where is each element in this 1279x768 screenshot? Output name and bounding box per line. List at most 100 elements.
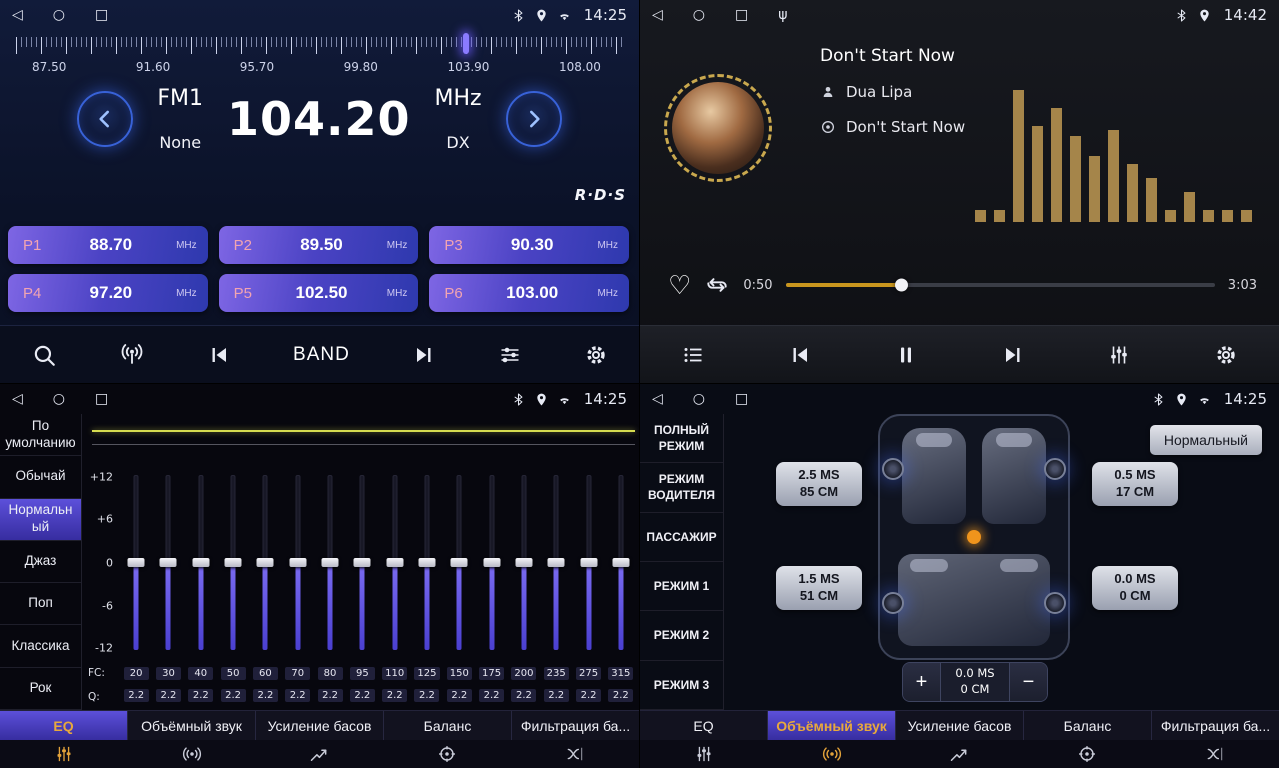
equalizer-tab-button[interactable] [0, 740, 128, 768]
slider-handle[interactable] [386, 558, 403, 567]
eq-band-slider[interactable] [120, 475, 152, 650]
delay-increase-button[interactable]: + [903, 663, 941, 701]
previous-button[interactable] [207, 343, 231, 367]
rear-left-delay-button[interactable]: 1.5 MS 51 CM [776, 566, 862, 610]
band-button[interactable]: BAND [293, 344, 350, 366]
preset-button[interactable]: P6 103.00 MHz [429, 274, 629, 312]
audio-tab[interactable]: Объёмный звук [767, 711, 895, 740]
slider-handle[interactable] [160, 558, 177, 567]
audio-tab[interactable]: Фильтрация ба... [1151, 711, 1279, 740]
front-right-delay-button[interactable]: 0.5 MS 17 CM [1092, 462, 1178, 506]
filter-tab-button[interactable] [511, 740, 639, 768]
nav-back-icon[interactable]: ◁ [12, 392, 23, 406]
eq-band-slider[interactable] [605, 475, 637, 650]
audio-tab[interactable]: Баланс [1023, 711, 1151, 740]
surround-preset-button[interactable]: Нормальный [1150, 425, 1262, 455]
audio-tab[interactable]: EQ [0, 711, 127, 740]
slider-handle[interactable] [192, 558, 209, 567]
frequency-indicator[interactable] [463, 33, 469, 54]
eq-preset-item[interactable]: Нормальный [0, 499, 81, 541]
settings-button[interactable] [584, 343, 608, 367]
surround-tab-button[interactable] [768, 740, 896, 768]
favorite-button[interactable]: ♡ [668, 272, 691, 298]
pause-button[interactable] [894, 343, 918, 367]
eq-scroll-indicator[interactable] [92, 430, 635, 432]
eq-band-slider[interactable] [217, 475, 249, 650]
listening-mode-item[interactable]: РЕЖИМ 2 [640, 611, 723, 660]
eq-preset-item[interactable]: Джаз [0, 541, 81, 583]
repeat-button[interactable] [704, 272, 730, 298]
audio-tab[interactable]: Баланс [383, 711, 511, 740]
frequency-ruler[interactable]: 87.5091.6095.7099.80103.90108.00 [0, 32, 639, 80]
listening-mode-item[interactable]: ПАССАЖИР [640, 513, 723, 562]
slider-handle[interactable] [257, 558, 274, 567]
eq-preset-item[interactable]: Классика [0, 625, 81, 667]
previous-button[interactable] [788, 343, 812, 367]
eq-band-slider[interactable] [411, 475, 443, 650]
balance-tab-button[interactable] [1023, 740, 1151, 768]
listening-mode-item[interactable]: РЕЖИМ 1 [640, 562, 723, 611]
preset-button[interactable]: P2 89.50 MHz [219, 226, 419, 264]
eq-preset-item[interactable]: Рок [0, 668, 81, 710]
slider-handle[interactable] [322, 558, 339, 567]
delay-decrease-button[interactable]: − [1009, 663, 1047, 701]
nav-recents-icon[interactable]: □ [735, 8, 748, 22]
surround-tab-button[interactable] [128, 740, 256, 768]
filter-tab-button[interactable] [1151, 740, 1279, 768]
progress-knob[interactable] [895, 279, 908, 292]
nav-home-icon[interactable]: ○ [693, 392, 705, 406]
nav-back-icon[interactable]: ◁ [652, 392, 663, 406]
equalizer-button[interactable] [1107, 343, 1131, 367]
front-left-delay-button[interactable]: 2.5 MS 85 CM [776, 462, 862, 506]
bass-boost-tab-button[interactable] [256, 740, 384, 768]
eq-band-slider[interactable] [346, 475, 378, 650]
tune-down-button[interactable] [77, 91, 133, 147]
eq-band-slider[interactable] [152, 475, 184, 650]
eq-band-slider[interactable] [249, 475, 281, 650]
nav-back-icon[interactable]: ◁ [12, 8, 23, 22]
next-button[interactable] [412, 343, 436, 367]
slider-handle[interactable] [580, 558, 597, 567]
audio-tab[interactable]: Усиление басов [255, 711, 383, 740]
nav-back-icon[interactable]: ◁ [652, 8, 663, 22]
slider-handle[interactable] [515, 558, 532, 567]
next-button[interactable] [1001, 343, 1025, 367]
eq-band-slider[interactable] [443, 475, 475, 650]
search-button[interactable] [31, 342, 57, 368]
eq-band-slider[interactable] [314, 475, 346, 650]
slider-handle[interactable] [225, 558, 242, 567]
listening-mode-item[interactable]: РЕЖИМ ВОДИТЕЛЯ [640, 463, 723, 512]
slider-handle[interactable] [418, 558, 435, 567]
preset-button[interactable]: P5 102.50 MHz [219, 274, 419, 312]
slider-handle[interactable] [289, 558, 306, 567]
nav-home-icon[interactable]: ○ [53, 392, 65, 406]
progress-bar[interactable] [786, 283, 1215, 287]
nav-home-icon[interactable]: ○ [53, 8, 65, 22]
slider-handle[interactable] [354, 558, 371, 567]
audio-tab[interactable]: EQ [640, 711, 767, 740]
nav-recents-icon[interactable]: □ [95, 8, 108, 22]
eq-band-slider[interactable] [185, 475, 217, 650]
eq-band-slider[interactable] [475, 475, 507, 650]
playlist-button[interactable] [681, 343, 705, 367]
eq-band-slider[interactable] [540, 475, 572, 650]
broadcast-button[interactable] [119, 342, 145, 368]
slider-handle[interactable] [451, 558, 468, 567]
slider-handle[interactable] [483, 558, 500, 567]
eq-band-slider[interactable] [508, 475, 540, 650]
audio-tab[interactable]: Фильтрация ба... [511, 711, 639, 740]
audio-tab[interactable]: Объёмный звук [127, 711, 255, 740]
listening-position-dot[interactable] [967, 530, 981, 544]
balance-tab-button[interactable] [383, 740, 511, 768]
eq-band-slider[interactable] [572, 475, 604, 650]
nav-recents-icon[interactable]: □ [95, 392, 108, 406]
slider-handle[interactable] [128, 558, 145, 567]
listening-mode-item[interactable]: РЕЖИМ 3 [640, 661, 723, 710]
equalizer-button[interactable] [498, 343, 522, 367]
nav-home-icon[interactable]: ○ [693, 8, 705, 22]
preset-button[interactable]: P1 88.70 MHz [8, 226, 208, 264]
eq-preset-item[interactable]: Обычай [0, 456, 81, 498]
eq-band-slider[interactable] [282, 475, 314, 650]
eq-band-slider[interactable] [379, 475, 411, 650]
eq-preset-item[interactable]: Поп [0, 583, 81, 625]
